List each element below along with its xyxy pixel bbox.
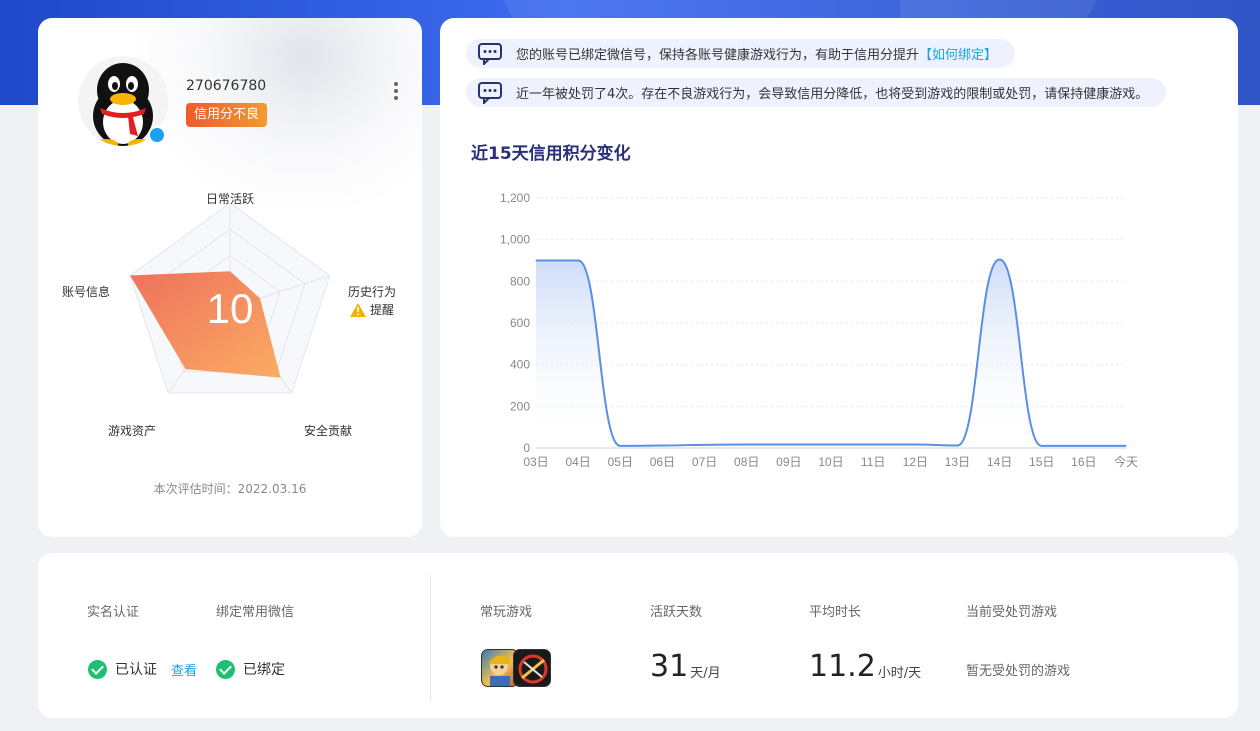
x-tick-label: 14日 — [987, 455, 1012, 469]
check-circle-icon — [216, 659, 235, 679]
bind-notice-text: 您的账号已绑定微信号，保持各账号健康游戏行为，有助于信用分提升 — [516, 48, 920, 63]
credit-status-badge: 信用分不良 — [186, 103, 268, 127]
radar-label-account-info: 账号信息 — [62, 285, 111, 299]
x-tick-label: 16日 — [1071, 455, 1096, 469]
avg-time-label: 平均时长 — [809, 605, 862, 620]
y-tick-label: 200 — [510, 399, 530, 413]
x-tick-label: 15日 — [1029, 455, 1054, 469]
chart-data-point — [914, 443, 916, 445]
penalty-notice-text: 近一年被处罚了4次。存在不良游戏行为，会导致信用分降低，也将受到游戏的限制或处罚… — [516, 87, 1149, 102]
chart-data-point — [661, 445, 663, 446]
chart-data-point — [788, 443, 790, 445]
section-divider — [430, 575, 431, 701]
more-dots-icon — [394, 82, 398, 86]
y-tick-label: 0 — [523, 441, 530, 455]
chart-area-fill — [536, 259, 1126, 448]
x-tick-label: 12日 — [903, 455, 928, 469]
chart-data-point — [619, 445, 621, 447]
avg-time-value: 11.2 — [809, 649, 876, 684]
chart-data-point — [1083, 445, 1085, 447]
penalty-notice: 近一年被处罚了4次。存在不良游戏行为，会导致信用分降低，也将受到游戏的限制或处罚… — [466, 78, 1167, 107]
x-tick-label: 11日 — [861, 455, 885, 469]
realname-label: 实名认证 — [87, 605, 140, 620]
chart-data-point — [872, 443, 874, 445]
warning-text: 提醒 — [370, 303, 395, 317]
bind-notice: 您的账号已绑定微信号，保持各账号健康游戏行为，有助于信用分提升 【如何绑定】 — [466, 39, 1016, 68]
check-circle-icon — [88, 659, 107, 679]
view-realname-link[interactable]: 查看 — [171, 660, 197, 679]
active-days-unit: 天/月 — [690, 666, 721, 681]
active-days: 31 天/月 — [650, 649, 721, 684]
y-tick-label: 1,200 — [500, 191, 530, 205]
account-info-card: 实名认证 绑定常用微信 已认证 查看 已绑定 常玩游戏 活跃天数 31 天/月 … — [38, 553, 1238, 718]
chart-data-point — [704, 444, 706, 446]
y-tick-label: 1,000 — [500, 233, 530, 247]
credit-score: 10 — [207, 285, 254, 332]
x-tick-label: 13日 — [945, 455, 970, 469]
chart-title: 近15天信用积分变化 — [471, 144, 631, 164]
realname-value: 已认证 — [115, 662, 157, 678]
y-tick-label: 400 — [510, 358, 530, 372]
warning-icon — [350, 302, 366, 317]
chart-data-point — [956, 445, 958, 446]
evaluation-time: 本次评估时间：2022.03.16 — [153, 482, 307, 496]
chart-line-series — [536, 258, 1126, 447]
radar-label-assets: 游戏资产 — [108, 424, 157, 438]
x-tick-label: 06日 — [650, 455, 675, 469]
radar-label-history: 历史行为 — [348, 285, 397, 299]
wechat-status: 已绑定 — [216, 659, 285, 679]
x-tick-label: 07日 — [692, 455, 717, 469]
chart-data-point — [1125, 445, 1127, 447]
y-tick-label: 800 — [510, 274, 530, 288]
message-icon — [478, 42, 502, 65]
credit-line-chart: 0 200 400 600 800 1,000 1,200 03日 04日 05日 06日 07日 08… — [500, 191, 1138, 469]
game-icon-2[interactable] — [513, 649, 551, 687]
credit-radar-chart: 10 日常活跃 历史行为 提醒 安全贡献 游戏资产 账号信息 — [38, 168, 422, 448]
chart-data-point — [999, 258, 1001, 260]
avg-time: 11.2 小时/天 — [809, 649, 921, 684]
chart-data-point — [746, 443, 748, 445]
realname-status: 已认证 查看 — [88, 659, 197, 679]
x-tick-label: 03日 — [523, 455, 548, 469]
x-tick-label: 08日 — [734, 455, 759, 469]
active-days-label: 活跃天数 — [650, 605, 703, 620]
profile-card: 270676780 信用分不良 10 日常活跃 历史行为 提醒 安全贡献 游戏资… — [38, 18, 422, 537]
chart-data-point — [1041, 445, 1043, 447]
wechat-value: 已绑定 — [243, 662, 285, 678]
how-to-bind-link[interactable]: 【如何绑定】 — [919, 44, 997, 63]
x-tick-label: 05日 — [608, 455, 633, 469]
games-label: 常玩游戏 — [480, 605, 533, 620]
chart-data-point — [577, 260, 579, 261]
penalty-game-label: 当前受处罚游戏 — [966, 605, 1058, 620]
user-id: 270676780 — [186, 78, 267, 94]
x-tick-label: 10日 — [818, 455, 843, 469]
avg-time-unit: 小时/天 — [877, 666, 922, 681]
credit-chart-card: 您的账号已绑定微信号，保持各账号健康游戏行为，有助于信用分提升 【如何绑定】 近… — [440, 18, 1238, 537]
radar-history-warning: 提醒 — [350, 301, 394, 318]
x-tick-label: 今天 — [1114, 454, 1138, 469]
chart-data-point — [830, 443, 832, 445]
active-days-value: 31 — [650, 649, 689, 684]
chart-data-point — [535, 260, 537, 261]
game-emblem-icon — [518, 654, 548, 684]
radar-label-security: 安全贡献 — [304, 424, 353, 438]
x-tick-label: 04日 — [565, 455, 590, 469]
message-icon — [478, 81, 502, 104]
qq-badge-icon — [148, 126, 166, 144]
radar-label-daily-active: 日常活跃 — [206, 192, 255, 206]
wechat-label: 绑定常用微信 — [216, 605, 295, 620]
more-options-button[interactable] — [388, 80, 404, 104]
x-tick-label: 09日 — [776, 455, 801, 469]
y-tick-label: 600 — [510, 316, 530, 330]
penalty-game-value: 暂无受处罚的游戏 — [966, 664, 1071, 679]
